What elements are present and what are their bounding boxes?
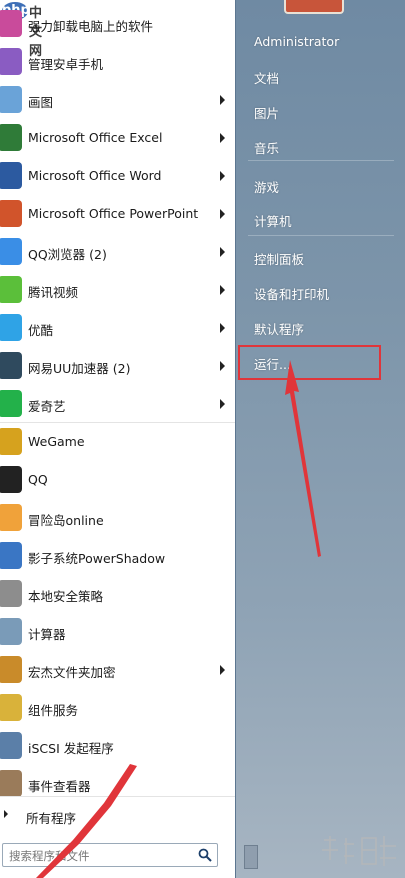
arrow-right-icon: [4, 810, 8, 818]
program-item[interactable]: 爱奇艺: [0, 386, 235, 422]
program-label: 组件服务: [28, 703, 79, 718]
program-item[interactable]: Microsoft Office PowerPoint: [0, 196, 235, 232]
program-label: Microsoft Office PowerPoint: [28, 206, 199, 221]
program-item[interactable]: 管理安卓手机: [0, 44, 235, 80]
event-viewer-icon: [0, 770, 22, 797]
program-label: 计算器: [28, 627, 66, 642]
program-label: 事件查看器: [28, 779, 91, 794]
submenu-arrow-icon: [220, 399, 225, 409]
program-label: 爱奇艺: [28, 399, 66, 414]
folder-encrypt-icon: [0, 656, 22, 683]
place-item-6[interactable]: 控制面板: [254, 249, 304, 268]
submenu-arrow-icon: [220, 133, 225, 143]
program-item[interactable]: 优酷: [0, 310, 235, 346]
submenu-arrow-icon: [220, 247, 225, 257]
program-item[interactable]: 强力卸载电脑上的软件: [0, 6, 235, 42]
program-label: Microsoft Office Word: [28, 168, 162, 183]
component-services-icon: [0, 694, 22, 721]
program-label: 管理安卓手机: [28, 57, 104, 72]
program-label: 本地安全策略: [28, 589, 104, 604]
program-item[interactable]: Microsoft Office Word: [0, 158, 235, 194]
places-divider: [248, 160, 394, 161]
submenu-arrow-icon: [220, 209, 225, 219]
all-programs-label: 所有程序: [26, 811, 77, 826]
all-programs-button[interactable]: 所有程序: [0, 800, 235, 830]
place-item-1[interactable]: 文档: [254, 68, 279, 87]
program-label: 画图: [28, 95, 54, 110]
uninstaller-icon: [0, 10, 22, 37]
program-label: QQ浏览器 (2): [28, 247, 107, 262]
wegame-icon: [0, 428, 22, 455]
program-label: 强力卸载电脑上的软件: [28, 19, 154, 34]
program-label: WeGame: [28, 434, 85, 449]
program-item[interactable]: 腾讯视频: [0, 272, 235, 308]
place-item-8[interactable]: 默认程序: [254, 319, 304, 338]
divider: [0, 422, 235, 423]
program-item[interactable]: 冒险岛online: [0, 500, 235, 536]
place-item-5[interactable]: 计算机: [254, 211, 292, 230]
program-item[interactable]: 计算器: [0, 614, 235, 650]
program-item[interactable]: Microsoft Office Excel: [0, 120, 235, 156]
uu-accelerator-icon: [0, 352, 22, 379]
shutdown-button[interactable]: [244, 845, 258, 869]
security-policy-icon: [0, 580, 22, 607]
program-item[interactable]: WeGame: [0, 424, 235, 460]
program-item[interactable]: 画图: [0, 82, 235, 118]
watermark-logo: [322, 836, 396, 866]
divider: [0, 796, 235, 797]
search-input[interactable]: [7, 846, 191, 866]
powerpoint-icon: [0, 200, 22, 227]
submenu-arrow-icon: [220, 665, 225, 675]
program-item[interactable]: 影子系统PowerShadow: [0, 538, 235, 574]
program-item[interactable]: iSCSI 发起程序: [0, 728, 235, 764]
powershadow-icon: [0, 542, 22, 569]
place-item-4[interactable]: 游戏: [254, 177, 279, 196]
search-icon[interactable]: [198, 848, 212, 862]
program-label: Microsoft Office Excel: [28, 130, 163, 145]
submenu-arrow-icon: [220, 95, 225, 105]
qq-icon: [0, 466, 22, 493]
submenu-arrow-icon: [220, 361, 225, 371]
submenu-arrow-icon: [220, 171, 225, 181]
program-label: QQ: [28, 472, 48, 487]
start-menu-programs-pane: php 中文网 强力卸载电脑上的软件管理安卓手机画图Microsoft Offi…: [0, 0, 235, 878]
paint-icon: [0, 86, 22, 113]
program-item[interactable]: QQ: [0, 462, 235, 498]
program-label: 优酷: [28, 323, 54, 338]
submenu-arrow-icon: [220, 285, 225, 295]
program-item[interactable]: 网易UU加速器 (2): [0, 348, 235, 384]
tencent-video-icon: [0, 276, 22, 303]
program-label: 影子系统PowerShadow: [28, 551, 166, 566]
program-item[interactable]: 组件服务: [0, 690, 235, 726]
program-item[interactable]: 宏杰文件夹加密: [0, 652, 235, 688]
run-highlight-box: [238, 345, 381, 380]
iscsi-icon: [0, 732, 22, 759]
program-label: 腾讯视频: [28, 285, 79, 300]
submenu-arrow-icon: [220, 323, 225, 333]
place-item-7[interactable]: 设备和打印机: [254, 284, 329, 303]
android-manager-icon: [0, 48, 22, 75]
search-box[interactable]: [2, 843, 218, 867]
program-item[interactable]: QQ浏览器 (2): [0, 234, 235, 270]
place-item-2[interactable]: 图片: [254, 103, 279, 122]
program-label: 宏杰文件夹加密: [28, 665, 116, 680]
program-label: 网易UU加速器 (2): [28, 361, 131, 376]
word-icon: [0, 162, 22, 189]
places-divider: [248, 235, 394, 236]
calculator-icon: [0, 618, 22, 645]
maplestory-icon: [0, 504, 22, 531]
place-item-3[interactable]: 音乐: [254, 138, 279, 157]
iqiyi-icon: [0, 390, 22, 417]
youku-icon: [0, 314, 22, 341]
qq-browser-icon: [0, 238, 22, 265]
program-label: 冒险岛online: [28, 513, 104, 528]
place-item-0[interactable]: Administrator: [254, 34, 339, 49]
start-menu-places-pane: Administrator 文档 图片 音乐 游戏 计算机 控制面板 设备和打印机 默认程序 运行…: [235, 0, 405, 878]
excel-icon: [0, 124, 22, 151]
program-label: iSCSI 发起程序: [28, 741, 114, 756]
user-avatar[interactable]: [284, 0, 344, 14]
program-item[interactable]: 本地安全策略: [0, 576, 235, 612]
